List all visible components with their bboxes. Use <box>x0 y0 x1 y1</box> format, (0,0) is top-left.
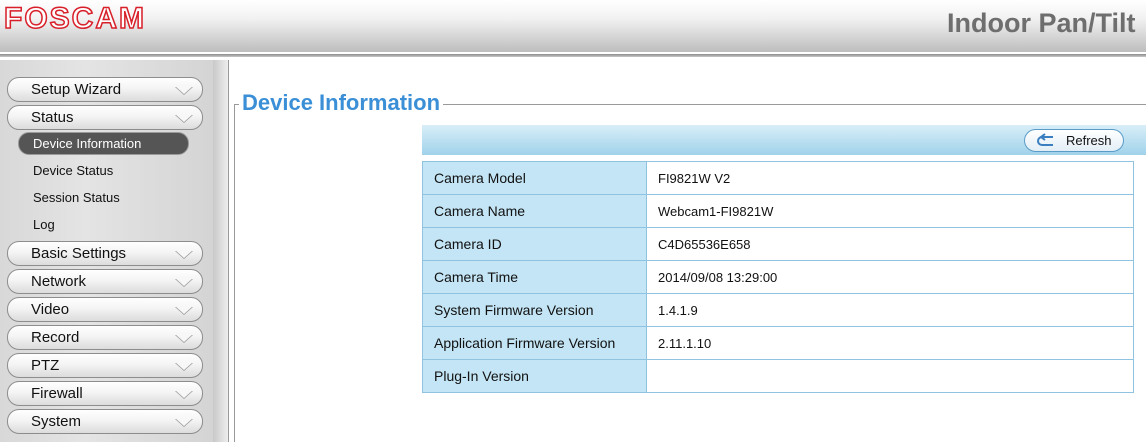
menu-status[interactable]: Status <box>7 105 203 130</box>
chevron-down-icon <box>175 86 193 94</box>
table-row: Plug-In Version <box>422 359 1134 393</box>
row-value: FI9821W V2 <box>646 161 1134 195</box>
submenu-session-status[interactable]: Session Status <box>33 190 120 205</box>
sidebar-edge <box>213 60 228 442</box>
chevron-down-icon <box>175 390 193 398</box>
chevron-down-icon <box>175 362 193 370</box>
menu-label: PTZ <box>31 357 60 374</box>
menu-label: Status <box>31 109 74 126</box>
menu-network[interactable]: Network <box>7 269 203 294</box>
menu-label: System <box>31 413 82 430</box>
row-value: 2.11.1.10 <box>646 326 1134 360</box>
row-value: 1.4.1.9 <box>646 293 1134 327</box>
row-value: 2014/09/08 13:29:00 <box>646 260 1134 294</box>
menu-label: Firewall <box>31 385 83 402</box>
row-label: Plug-In Version <box>422 359 647 393</box>
table-row: Application Firmware Version 2.11.1.10 <box>422 326 1134 360</box>
product-title: Indoor Pan/Tilt <box>947 8 1136 38</box>
table-row: System Firmware Version 1.4.1.9 <box>422 293 1134 327</box>
chevron-down-icon <box>175 418 193 426</box>
chevron-down-icon <box>175 306 193 314</box>
chevron-down-icon <box>175 334 193 342</box>
header-bar: FOSCAM Indoor Pan/Tilt <box>0 0 1146 52</box>
foscam-logo: FOSCAM <box>3 1 146 36</box>
row-label: Camera Time <box>422 260 647 294</box>
chevron-down-icon <box>175 278 193 286</box>
menu-setup-wizard[interactable]: Setup Wizard <box>7 77 203 102</box>
refresh-button[interactable]: Refresh <box>1024 129 1124 152</box>
menu-record[interactable]: Record <box>7 325 203 350</box>
row-value: Webcam1-FI9821W <box>646 194 1134 228</box>
row-value: C4D65536E658 <box>646 227 1134 261</box>
table-row: Camera Model FI9821W V2 <box>422 161 1134 195</box>
menu-firewall[interactable]: Firewall <box>7 381 203 406</box>
submenu-log[interactable]: Log <box>33 217 55 232</box>
device-info-table: Camera Model FI9821W V2 Camera Name Webc… <box>422 161 1134 393</box>
submenu-device-status[interactable]: Device Status <box>33 163 113 178</box>
menu-label: Record <box>31 329 80 346</box>
row-label: Camera ID <box>422 227 647 261</box>
submenu-device-information[interactable]: Device Information <box>18 132 189 155</box>
menu-label: Video <box>31 301 70 318</box>
sidebar-border <box>228 60 229 442</box>
refresh-label: Refresh <box>1066 133 1112 148</box>
menu-video[interactable]: Video <box>7 297 203 322</box>
menu-label: Network <box>31 273 87 290</box>
refresh-icon <box>1037 133 1053 146</box>
menu-system[interactable]: System <box>7 409 203 434</box>
menu-ptz[interactable]: PTZ <box>7 353 203 378</box>
menu-label: Basic Settings <box>31 245 127 262</box>
row-label: Camera Model <box>422 161 647 195</box>
menu-label: Setup Wizard <box>31 81 122 98</box>
row-value <box>646 359 1134 393</box>
chevron-down-icon <box>175 250 193 258</box>
row-label: System Firmware Version <box>422 293 647 327</box>
row-label: Camera Name <box>422 194 647 228</box>
page-title: Device Information <box>239 90 444 116</box>
table-row: Camera Time 2014/09/08 13:29:00 <box>422 260 1134 294</box>
chevron-down-icon <box>175 114 193 122</box>
row-label: Application Firmware Version <box>422 326 647 360</box>
table-row: Camera Name Webcam1-FI9821W <box>422 194 1134 228</box>
header-divider <box>0 54 1146 57</box>
table-row: Camera ID C4D65536E658 <box>422 227 1134 261</box>
menu-basic-settings[interactable]: Basic Settings <box>7 241 203 266</box>
